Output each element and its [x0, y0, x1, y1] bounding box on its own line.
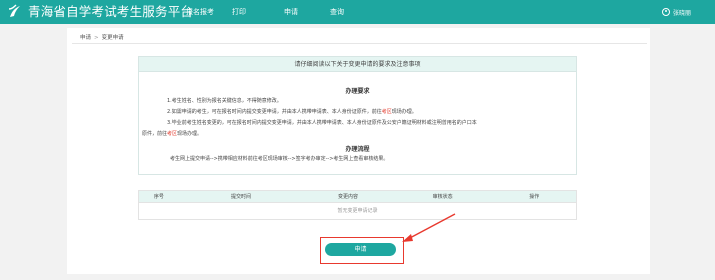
nav-item-print[interactable]: 打印: [232, 7, 246, 17]
nav-item-register[interactable]: 报名报考: [186, 7, 214, 17]
column-header-index: 序号: [153, 194, 164, 200]
requirements-title: 办理要求: [345, 88, 370, 95]
user-icon: [661, 8, 670, 16]
nav-item-apply[interactable]: 申请: [284, 7, 298, 17]
breadcrumb-apply[interactable]: 申请: [80, 35, 91, 41]
user-name: 张晓丽: [672, 9, 691, 17]
process-title: 办理流程: [345, 146, 370, 153]
process-text: 考生网上提交申请-->携带相应材料前往考区现场审核-->签字考办审定-->考生网…: [170, 156, 389, 162]
column-header-action: 操作: [529, 194, 540, 200]
requirement-3-cont: 原件，前往考区现场办理。: [142, 131, 202, 138]
apply-button[interactable]: 申请: [325, 243, 396, 256]
column-header-submit-time: 提交时间: [231, 194, 252, 200]
table-header: 序号 提交时间 变更内容 审核状态 操作: [139, 191, 576, 203]
table-empty-text: 暂无变更申请记录: [337, 208, 378, 214]
application-table: 序号 提交时间 变更内容 审核状态 操作 暂无变更申请记录: [138, 190, 577, 220]
requirement-3-cont-text: 原件，前往: [142, 131, 168, 137]
nav-item-query[interactable]: 查询: [330, 7, 344, 17]
top-navbar: 青海省自学考试考生服务平台 报名报考 打印 申请 查询 张晓丽: [0, 0, 715, 24]
breadcrumb-separator: >: [94, 35, 99, 41]
user-menu[interactable]: 张晓丽: [661, 0, 691, 24]
logo-icon: [8, 4, 20, 17]
requirement-2-end: 现场办理。: [391, 109, 417, 115]
requirement-2-highlight: 考区: [381, 109, 392, 115]
requirement-3: 3.毕业前考生姓名变更的，可在报名时间内提交变更申请，并由本人携带申请表、本人身…: [167, 120, 477, 126]
breadcrumb: 申请 > 变更申请: [80, 33, 124, 41]
requirement-2-text: 2.如需申请的考生，可在报名时间内提交变更申请，并由本人携带申请表、本人身份证原…: [167, 109, 382, 115]
column-header-status: 审核状态: [432, 194, 453, 200]
requirement-2: 2.如需申请的考生，可在报名时间内提交变更申请，并由本人携带申请表、本人身份证原…: [167, 109, 417, 116]
notice-panel: 请仔细阅读以下关于变更申请的要求及注意事项 办理要求 1.考生姓名、性别为报名关…: [138, 56, 577, 175]
notice-heading: 请仔细阅读以下关于变更申请的要求及注意事项: [139, 57, 576, 72]
site-title: 青海省自学考试考生服务平台: [28, 4, 194, 19]
breadcrumb-current: 变更申请: [101, 35, 124, 41]
column-header-change-content: 变更内容: [338, 194, 359, 200]
breadcrumb-divider: [72, 43, 647, 44]
requirement-3-highlight: 考区: [167, 131, 178, 137]
requirement-3-end: 现场办理。: [177, 131, 203, 137]
requirement-1: 1.考生姓名、性别为报名关键信息，不得随意修改。: [167, 98, 282, 104]
